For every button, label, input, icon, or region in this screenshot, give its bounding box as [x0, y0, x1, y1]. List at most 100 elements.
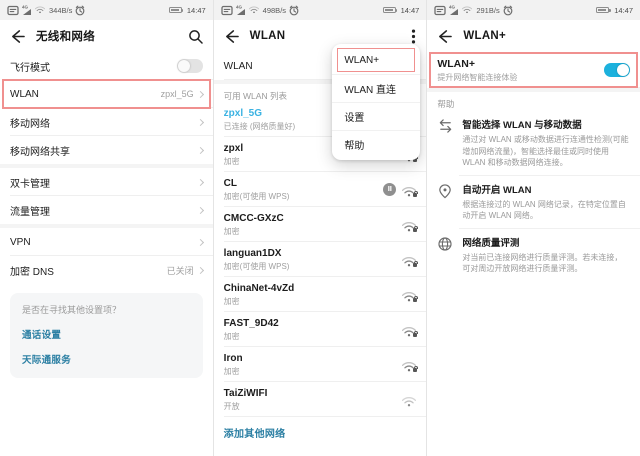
row-title: WLAN+	[437, 57, 475, 70]
alarm-icon	[503, 5, 513, 16]
app-bar: 无线和网络	[0, 20, 213, 52]
mobile-signal-icon	[22, 4, 32, 16]
wlan-plus-toggle[interactable]	[604, 63, 631, 77]
wifi-signal-icon	[402, 184, 418, 197]
lock-icon	[413, 260, 418, 267]
ssid-status: 开放	[223, 401, 240, 411]
wifi-row-cl[interactable]: CL 加密(可使用 WPS) Ⅱ	[214, 172, 427, 207]
ssid-label: zpxl_5G	[223, 107, 263, 119]
row-label: VPN	[10, 236, 31, 248]
menu-item-help[interactable]: 帮助	[332, 130, 421, 158]
ssid-label: languan1DX	[223, 247, 282, 259]
wifi-row-cmcc[interactable]: CMCC-GXzC 加密	[214, 207, 427, 242]
network-status-badge-icon: Ⅱ	[383, 183, 397, 196]
ssid-label: ChinaNet-4vZd	[223, 282, 295, 294]
location-pin-icon	[437, 182, 453, 222]
wifi-row-chinanet[interactable]: ChinaNet-4vZd 加密	[214, 277, 427, 312]
row-label: 移动网络共享	[10, 146, 70, 158]
help-section-label: 帮助	[437, 99, 455, 109]
suggestion-card: 是否在寻找其他设置项？ 通话设置 天际通服务	[10, 293, 203, 378]
row-value: 已关闭	[166, 265, 194, 276]
ssid-status: 加密(可使用 WPS)	[223, 261, 290, 271]
search-icon[interactable]	[188, 29, 203, 44]
lock-icon	[413, 295, 418, 302]
mobile-signal-icon	[449, 4, 459, 16]
row-wlan-plus-toggle[interactable]: WLAN+ 提升网络智能连接体验	[427, 52, 640, 88]
chevron-right-icon	[196, 178, 204, 186]
lock-icon	[413, 330, 418, 337]
mobile-signal-icon	[235, 4, 246, 16]
back-icon[interactable]	[10, 29, 25, 44]
ssid-status: 加密	[223, 366, 240, 376]
wifi-row-languan[interactable]: languan1DX 加密(可使用 WPS)	[214, 242, 427, 277]
back-icon[interactable]	[224, 29, 239, 44]
help-item-quality-check: 网络质量评测 对当前已连接网络进行质量评测。若未连接，可对周边开放网络进行质量评…	[427, 227, 640, 281]
network-speed: 344B/s	[49, 5, 73, 15]
ssid-label: Iron	[223, 352, 243, 364]
chevron-right-icon	[196, 118, 204, 126]
link-skytone[interactable]: 天际通服务	[22, 352, 191, 366]
globe-icon	[437, 235, 453, 275]
screen-wlan: 498B/s 14:47 WLAN WLAN 可用 WLAN 列表 zpxl_5…	[212, 0, 427, 456]
back-icon[interactable]	[437, 29, 453, 44]
menu-item-settings[interactable]: 设置	[332, 102, 421, 130]
link-call-settings[interactable]: 通话设置	[22, 327, 191, 341]
status-bar: 291B/s 14:47	[427, 0, 640, 20]
help-item-auto-enable: 自动开启 WLAN 根据连接过的 WLAN 网络记录，在特定位置自动开启 WLA…	[427, 174, 640, 228]
page-title: WLAN+	[463, 30, 507, 42]
wifi-row-taizi[interactable]: TaiZiWIFI 开放	[214, 382, 427, 417]
help-item-title: 智能选择 WLAN 与移动数据	[462, 120, 582, 131]
alarm-icon	[289, 5, 299, 16]
row-dual-sim[interactable]: 双卡管理	[0, 168, 213, 196]
add-network-link[interactable]: 添加其他网络	[214, 417, 427, 448]
menu-item-label: WLAN 直连	[344, 85, 397, 96]
help-item-title: 自动开启 WLAN	[462, 184, 532, 196]
lock-icon	[413, 365, 418, 372]
network-speed: 291B/s	[476, 5, 500, 15]
lock-icon	[413, 225, 418, 232]
row-label: 移动网络	[10, 118, 50, 130]
chevron-right-icon	[196, 266, 204, 274]
wifi-row-iron[interactable]: Iron 加密	[214, 347, 427, 382]
row-encrypted-dns[interactable]: 加密 DNS 已关闭	[0, 256, 213, 284]
row-label: WLAN	[223, 60, 253, 72]
chevron-right-icon	[196, 146, 204, 154]
chevron-right-icon	[196, 90, 204, 98]
page-title: WLAN	[249, 30, 286, 42]
status-bar: 498B/s 14:47	[213, 0, 427, 20]
screen-wlan-plus: 291B/s 14:47 WLAN+ WLAN+ 提升网络智能连接体验 帮助 智…	[426, 0, 640, 456]
wifi-status-icon	[35, 6, 45, 14]
help-item-smart-select: 智能选择 WLAN 与移动数据 通过对 WLAN 或移动数据进行连通性检测(可能…	[427, 110, 640, 175]
help-item-desc: 根据连接过的 WLAN 网络记录，在特定位置自动开启 WLAN 网络。	[462, 199, 626, 221]
sms-icon	[7, 5, 19, 16]
battery-icon	[596, 6, 611, 14]
ssid-label: FAST_9D42	[223, 317, 279, 329]
ssid-status: 已连接 (网络质量好)	[223, 121, 296, 131]
status-time: 14:47	[186, 5, 206, 15]
row-wlan[interactable]: WLAN zpxl_5G	[0, 79, 213, 109]
row-data-usage[interactable]: 流量管理	[0, 196, 213, 224]
sms-icon	[221, 5, 233, 16]
status-time: 14:47	[614, 5, 634, 15]
suggestion-question: 是否在寻找其他设置项？	[22, 305, 122, 315]
wifi-signal-icon	[402, 324, 418, 337]
airplane-toggle[interactable]	[176, 59, 203, 73]
swap-arrows-icon	[437, 117, 453, 169]
row-tethering[interactable]: 移动网络共享	[0, 136, 213, 164]
row-mobile-network[interactable]: 移动网络	[0, 108, 213, 136]
ssid-status: 加密	[223, 296, 240, 306]
overflow-dropdown-menu: WLAN+ WLAN 直连 设置 帮助	[332, 44, 421, 160]
status-time: 14:47	[400, 5, 420, 15]
row-vpn[interactable]: VPN	[0, 228, 213, 256]
menu-item-wlan-plus[interactable]: WLAN+	[332, 46, 420, 74]
app-bar: WLAN+	[427, 20, 640, 52]
menu-item-label: 帮助	[344, 141, 365, 152]
menu-item-wlan-direct[interactable]: WLAN 直连	[332, 74, 421, 102]
ssid-status: 加密	[223, 331, 240, 341]
battery-icon	[168, 6, 184, 14]
row-airplane-mode[interactable]: 飞行模式	[0, 52, 213, 80]
wifi-row-fast[interactable]: FAST_9D42 加密	[214, 312, 427, 347]
overflow-menu-icon[interactable]	[411, 29, 416, 44]
screen-wireless-networks: 344B/s 14:47 无线和网络 飞行模式 WLAN zpxl_5G 移动网…	[0, 0, 213, 456]
row-label: 加密 DNS	[10, 266, 54, 278]
